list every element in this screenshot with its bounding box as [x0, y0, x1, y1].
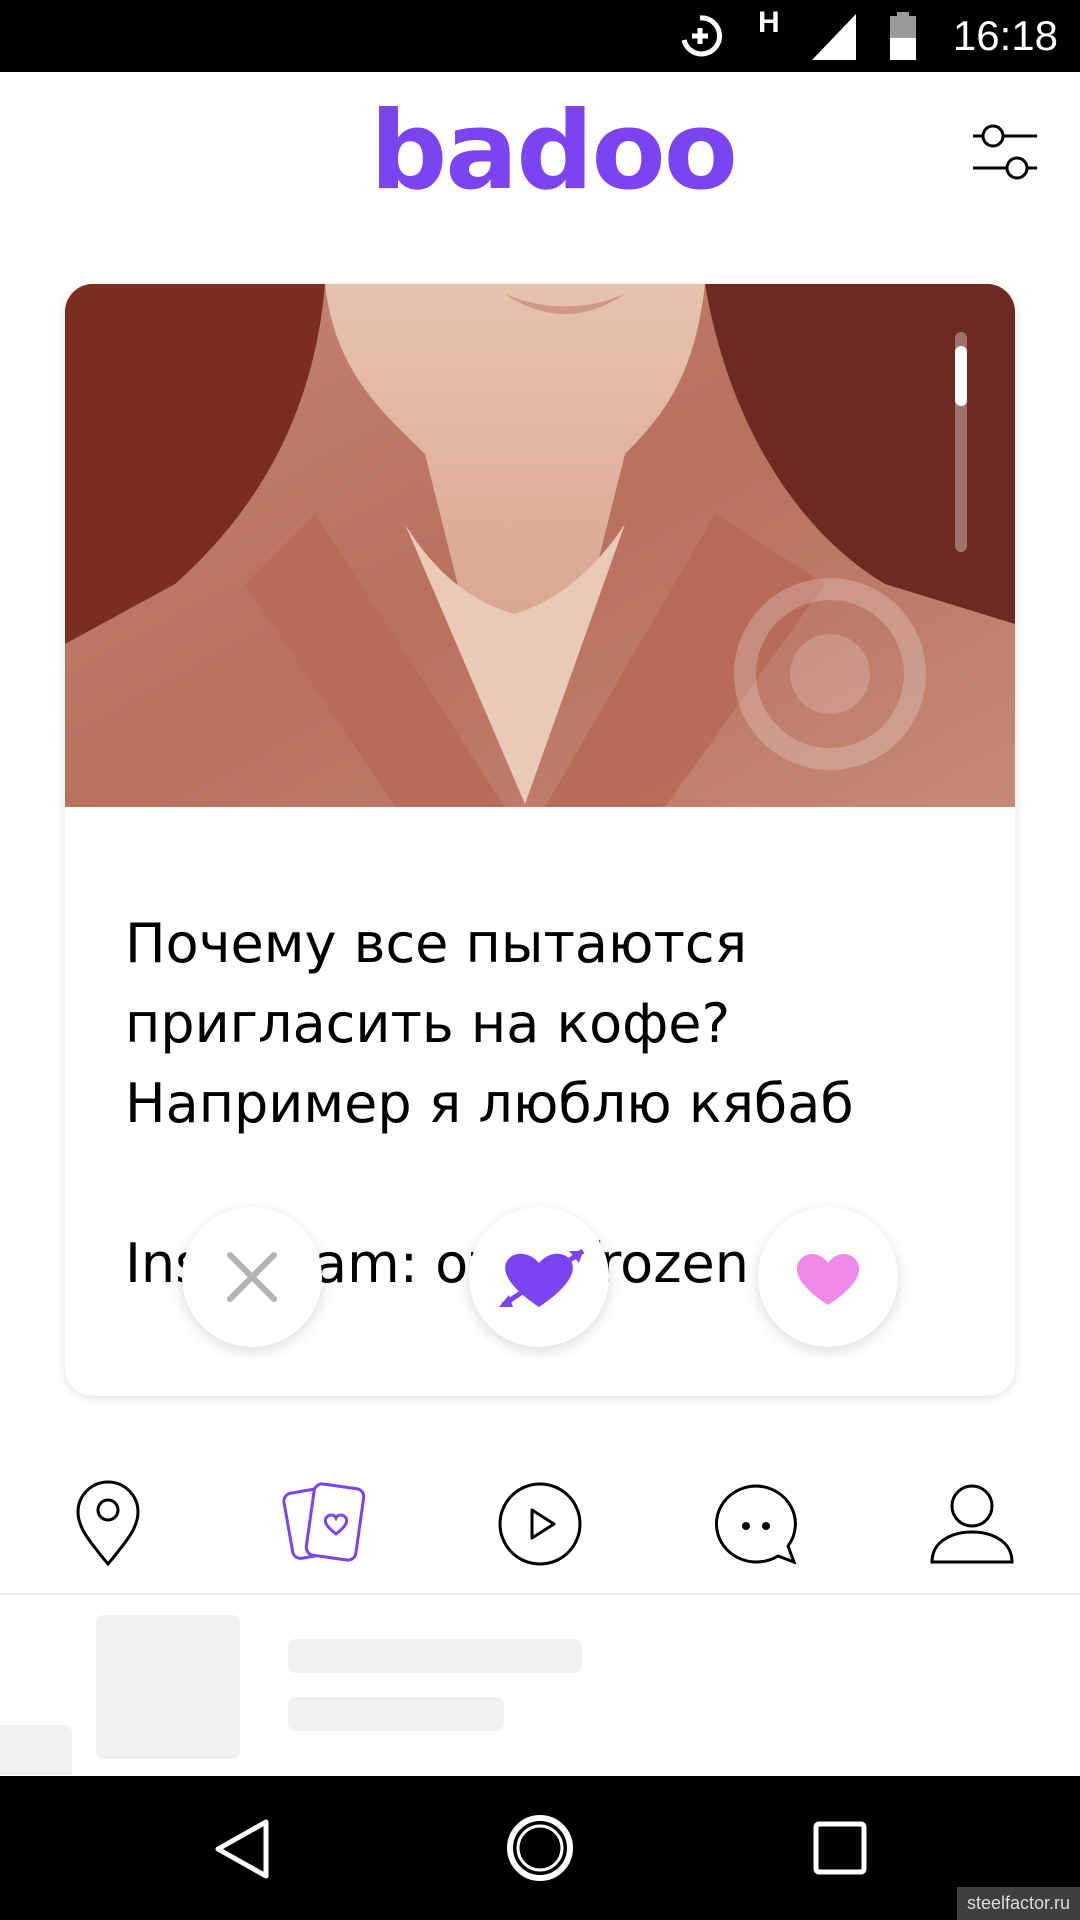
ad-subtitle-placeholder	[288, 1697, 504, 1731]
close-icon	[227, 1252, 277, 1302]
crush-button[interactable]	[469, 1207, 609, 1347]
badoo-logo: badoo	[370, 89, 738, 214]
profile-photo[interactable]	[65, 284, 1015, 807]
watermark: steelfactor.ru	[956, 1887, 1080, 1920]
signal-icon	[812, 14, 856, 64]
network-type-label: H	[758, 6, 780, 39]
heart-icon	[796, 1254, 860, 1305]
android-navigation-bar: steelfactor.ru	[0, 1776, 1080, 1920]
like-button[interactable]	[758, 1207, 898, 1347]
cards-encounters-icon[interactable]	[276, 1476, 372, 1572]
about-text: Почему все пытаются пригласить на кофе? …	[125, 912, 854, 1135]
heart-arrow-icon	[499, 1248, 585, 1308]
battery-icon	[888, 12, 918, 64]
chat-bubble-icon[interactable]	[708, 1476, 804, 1572]
back-triangle-icon[interactable]	[210, 1816, 274, 1886]
home-circle-icon[interactable]	[504, 1812, 576, 1888]
recents-square-icon[interactable]	[812, 1820, 868, 1880]
location-pin-icon[interactable]	[60, 1476, 156, 1572]
about-more-text: Ж	[125, 1384, 965, 1396]
play-video-icon[interactable]	[492, 1476, 588, 1572]
bottom-navigation	[0, 1440, 1080, 1595]
app-header: badoo	[0, 72, 1080, 242]
ad-title-placeholder	[288, 1639, 582, 1673]
dislike-button[interactable]	[182, 1207, 322, 1347]
filters-sliders-icon[interactable]	[965, 118, 1045, 188]
status-bar: H 16:18	[0, 0, 1080, 72]
ad-side-placeholder	[0, 1725, 72, 1775]
ad-placeholder	[0, 1597, 1080, 1775]
profile-icon[interactable]	[924, 1476, 1020, 1572]
ad-image-placeholder	[96, 1615, 240, 1759]
photo-scroll-thumb[interactable]	[955, 346, 967, 406]
clock: 16:18	[952, 12, 1058, 59]
data-saver-icon	[678, 14, 723, 62]
